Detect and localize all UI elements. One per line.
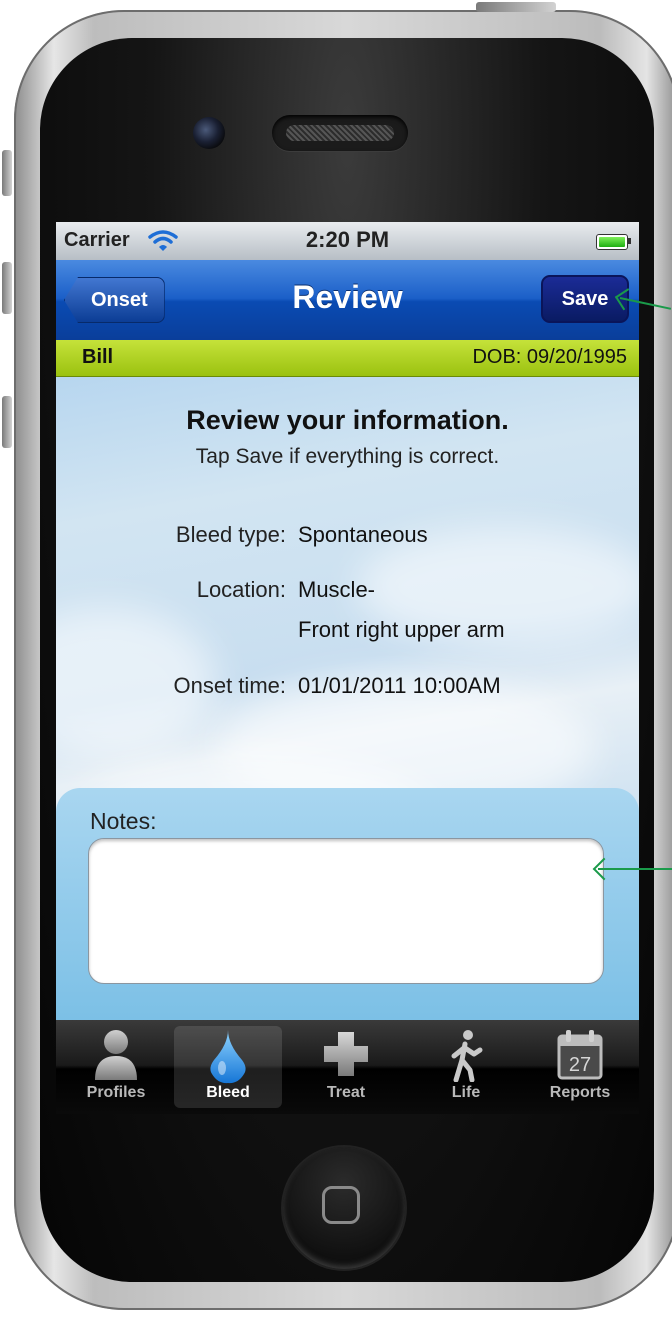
cross-icon xyxy=(324,1032,368,1076)
person-icon xyxy=(95,1030,137,1080)
tab-life-label: Life xyxy=(451,1084,481,1101)
mute-switch xyxy=(2,150,12,196)
bleed-type-label: Bleed type: xyxy=(175,522,286,547)
earpiece-speaker xyxy=(272,115,408,151)
patient-dob: DOB: 09/20/1995 xyxy=(472,346,627,368)
tab-bleed-label: Bleed xyxy=(206,1084,250,1101)
status-bar: Carrier 2:20 PM xyxy=(56,222,639,261)
location-value-line-1: Muscle- xyxy=(298,577,376,602)
tab-life[interactable]: Life xyxy=(412,1026,520,1108)
front-camera xyxy=(193,117,225,149)
review-instructions: Tap Save if everything is correct. xyxy=(195,445,500,468)
location-value-line-2: Front right upper arm xyxy=(298,617,505,642)
bleed-type-value: Spontaneous xyxy=(298,522,428,547)
power-button xyxy=(476,2,556,12)
review-heading: Review your information. xyxy=(186,405,509,435)
volume-down-button xyxy=(2,396,12,448)
calendar-day-number: 27 xyxy=(569,1054,591,1076)
tab-profiles-label: Profiles xyxy=(86,1084,146,1101)
tab-reports-label: Reports xyxy=(549,1084,611,1101)
annotation-arrow-notes xyxy=(598,868,672,870)
tab-reports[interactable]: 27 Reports xyxy=(526,1026,634,1108)
notes-panel: Notes: xyxy=(56,788,639,1020)
tab-treat[interactable]: Treat xyxy=(292,1026,400,1108)
volume-up-button xyxy=(2,262,12,314)
home-square-icon xyxy=(322,1186,360,1224)
onset-time-label: Onset time: xyxy=(173,673,286,698)
location-label: Location: xyxy=(196,577,286,602)
battery-icon xyxy=(596,234,628,250)
patient-name: Bill xyxy=(82,346,114,368)
clock: 2:20 PM xyxy=(305,227,390,252)
notes-label: Notes: xyxy=(90,808,157,834)
calendar-icon: 27 xyxy=(557,1030,603,1080)
tab-bleed[interactable]: Bleed xyxy=(174,1026,282,1108)
patient-bar: Bill DOB: 09/20/1995 xyxy=(56,340,639,377)
battery-tip xyxy=(628,238,631,244)
tab-treat-label: Treat xyxy=(326,1084,366,1101)
tab-profiles[interactable]: Profiles xyxy=(62,1026,170,1108)
walking-person-icon xyxy=(451,1030,483,1082)
tab-bar: Profiles Bleed Treat Life 27 Reports xyxy=(56,1020,639,1114)
home-button[interactable] xyxy=(283,1147,405,1269)
onset-time-value: 01/01/2011 10:00AM xyxy=(298,673,501,698)
drop-icon xyxy=(210,1030,246,1084)
phone-screen: Carrier 2:20 PM Onset Review Save Bill D… xyxy=(56,222,639,1114)
notes-text-area[interactable] xyxy=(88,838,604,984)
navigation-bar: Onset Review Save xyxy=(56,260,639,341)
